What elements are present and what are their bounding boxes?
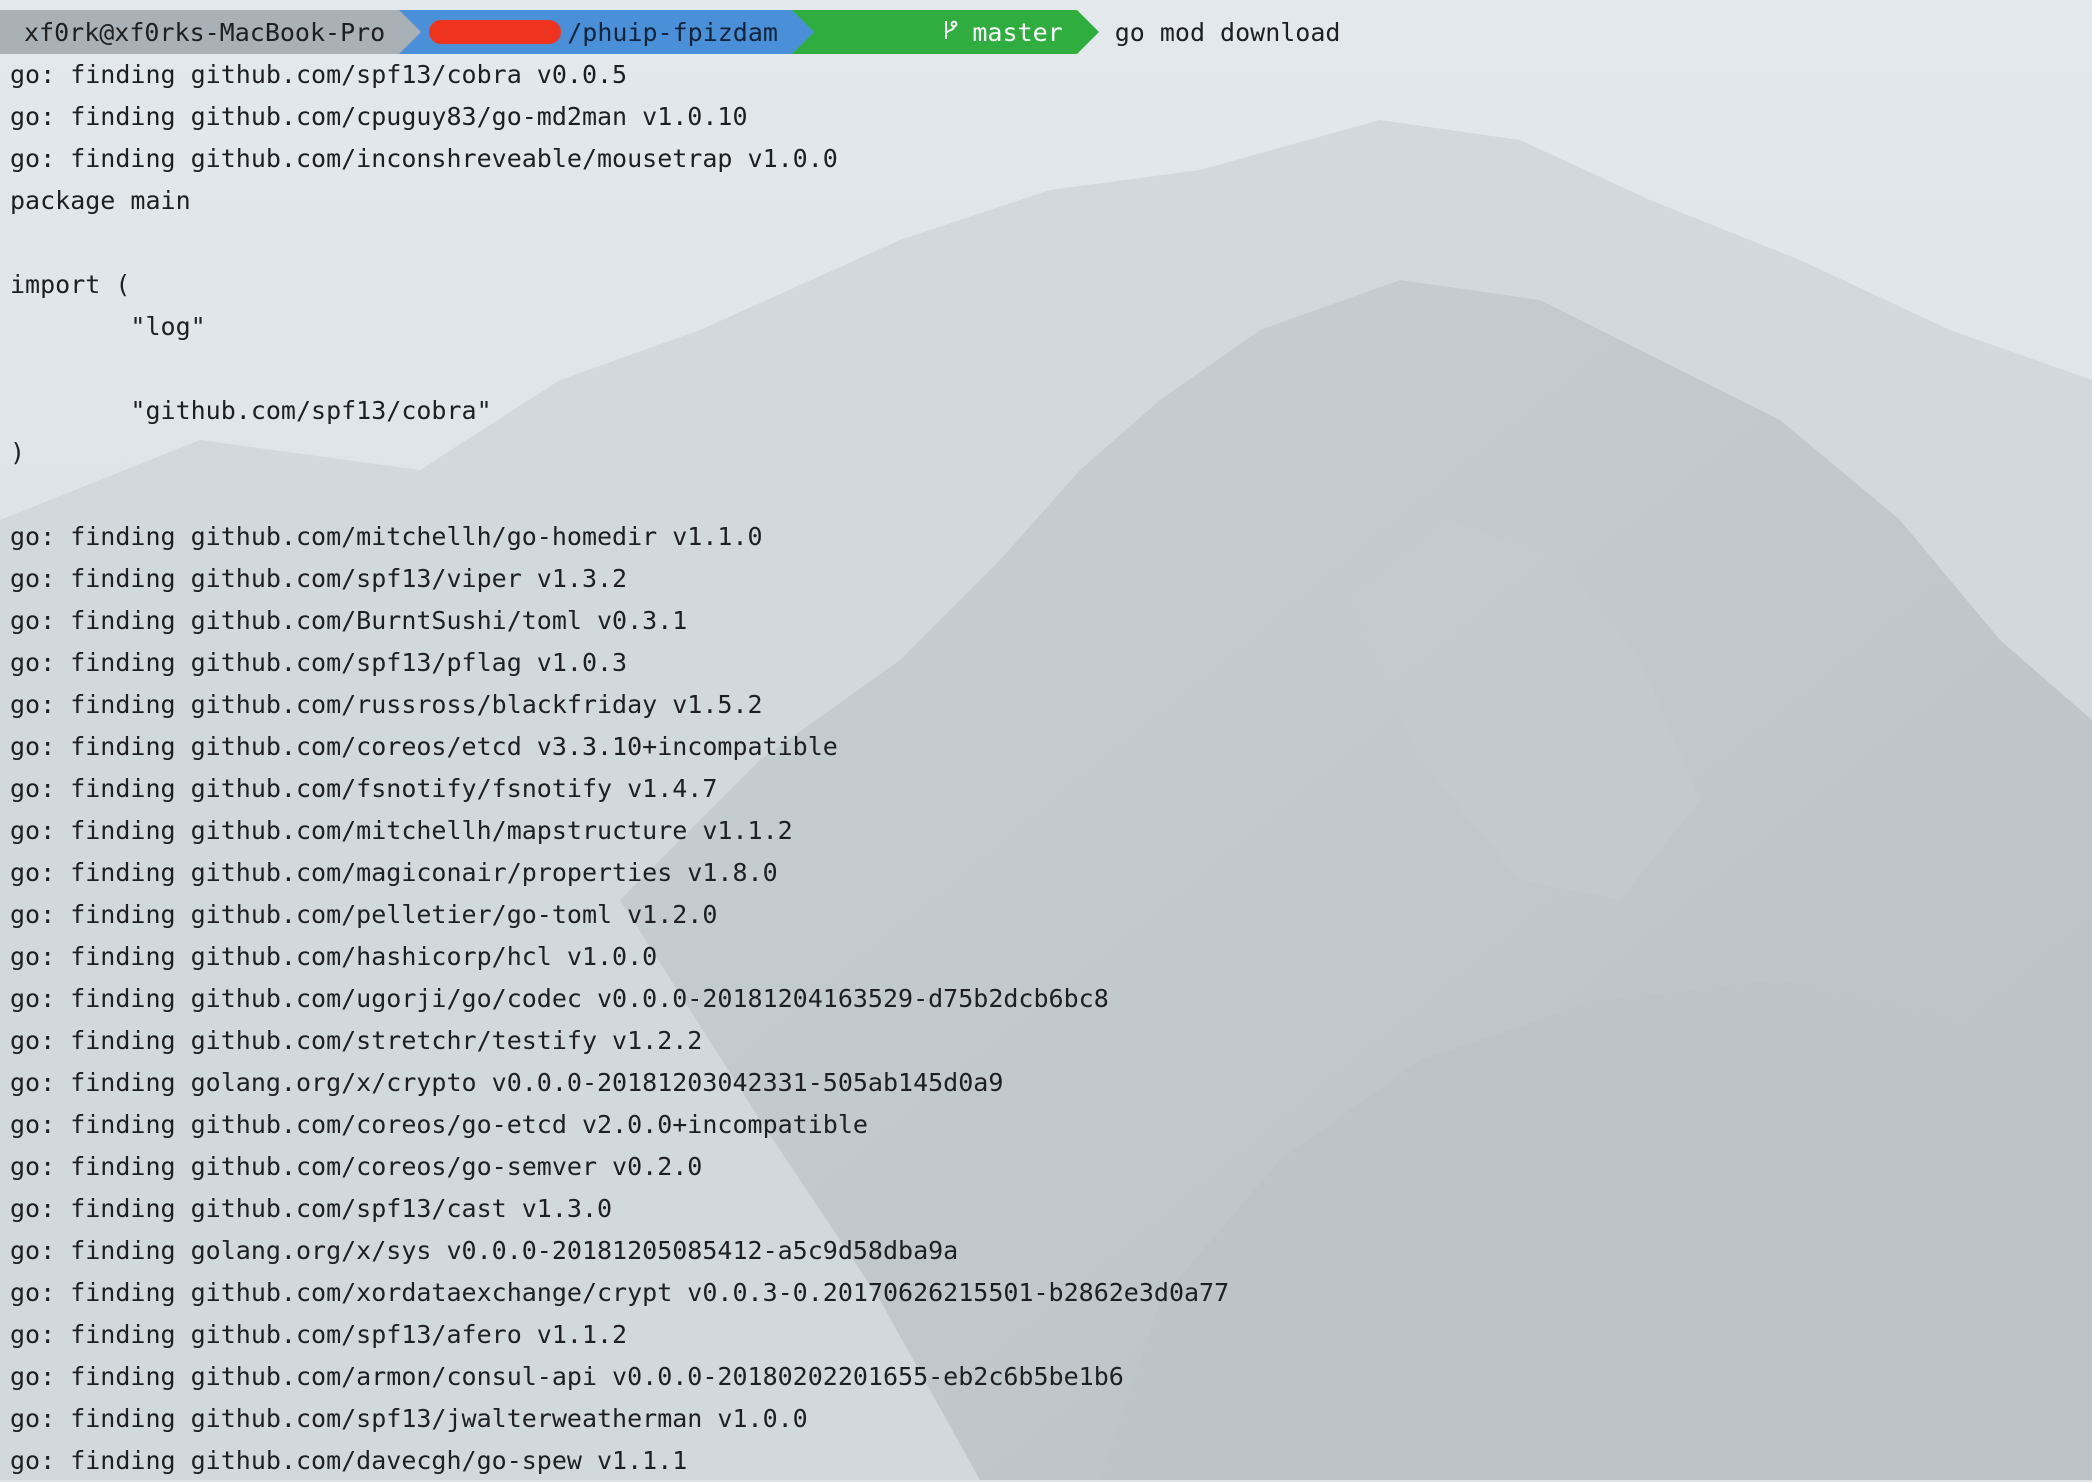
prompt-directory: /phuip-fpizdam [567,17,778,47]
output-line: go: finding github.com/spf13/afero v1.1.… [10,1320,628,1349]
prompt-directory-segment: /phuip-fpizdam [399,10,814,54]
output-line: go: finding github.com/mitchellh/go-home… [10,522,763,551]
output-line: go: finding github.com/spf13/cast v1.3.0 [10,1194,613,1223]
segment-separator-arrow [791,10,814,54]
output-line: "log" [10,312,206,341]
output-line: package main [10,186,191,215]
output-line: go: finding github.com/magiconair/proper… [10,858,778,887]
output-line: go: finding github.com/stretchr/testify … [10,1026,703,1055]
output-line: go: finding github.com/spf13/cobra v0.0.… [10,60,628,89]
output-line: go: finding github.com/spf13/pflag v1.0.… [10,648,628,677]
output-line: go: finding github.com/coreos/etcd v3.3.… [10,732,838,761]
output-line: import ( [10,270,131,299]
redaction-mark [429,20,562,44]
output-line: go: finding github.com/spf13/jwalterweat… [10,1404,808,1433]
prompt-user-host-segment: xf0rk@xf0rks-MacBook-Pro [0,10,422,54]
prompt-git-segment: master [791,10,1099,54]
output-line: go: finding github.com/spf13/viper v1.3.… [10,564,628,593]
segment-separator-arrow [1076,10,1099,54]
output-line: go: finding github.com/BurntSushi/toml v… [10,606,688,635]
output-line: go: finding github.com/xordataexchange/c… [10,1278,1230,1307]
output-line: ) [10,438,26,467]
shell-prompt: xf0rk@xf0rks-MacBook-Pro /phuip-fpizdam … [0,10,1340,54]
segment-separator-arrow [399,10,422,54]
output-line: go: finding github.com/armon/consul-api … [10,1362,1124,1391]
output-line: go: finding github.com/pelletier/go-toml… [10,900,718,929]
output-line: go: finding github.com/hashicorp/hcl v1.… [10,942,658,971]
output-line: go: finding github.com/inconshreveable/m… [10,144,838,173]
output-line: "github.com/spf13/cobra" [10,396,492,425]
output-line: go: finding github.com/davecgh/go-spew v… [10,1446,688,1475]
output-line: go: finding golang.org/x/crypto v0.0.0-2… [10,1068,1004,1097]
output-line: go: finding github.com/fsnotify/fsnotify… [10,774,718,803]
terminal-window[interactable]: xf0rk@xf0rks-MacBook-Pro /phuip-fpizdam … [0,0,2092,1480]
output-line: go: finding github.com/mitchellh/mapstru… [10,816,793,845]
output-line: go: finding github.com/coreos/go-etcd v2… [10,1110,868,1139]
output-line: go: finding golang.org/x/sys v0.0.0-2018… [10,1236,959,1265]
output-line: go: finding github.com/russross/blackfri… [10,690,763,719]
git-branch-icon-glyph [945,20,958,39]
output-line: go: finding github.com/ugorji/go/codec v… [10,984,1109,1013]
output-line: go: finding github.com/cpuguy83/go-md2ma… [10,102,748,131]
prompt-branch: master [972,17,1063,47]
output-line: go: finding github.com/coreos/go-semver … [10,1152,703,1181]
prompt-command: go mod download [1114,17,1341,47]
prompt-user-host: xf0rk@xf0rks-MacBook-Pro [24,17,386,47]
terminal-output: go: finding github.com/spf13/cobra v0.0.… [10,54,1229,1482]
